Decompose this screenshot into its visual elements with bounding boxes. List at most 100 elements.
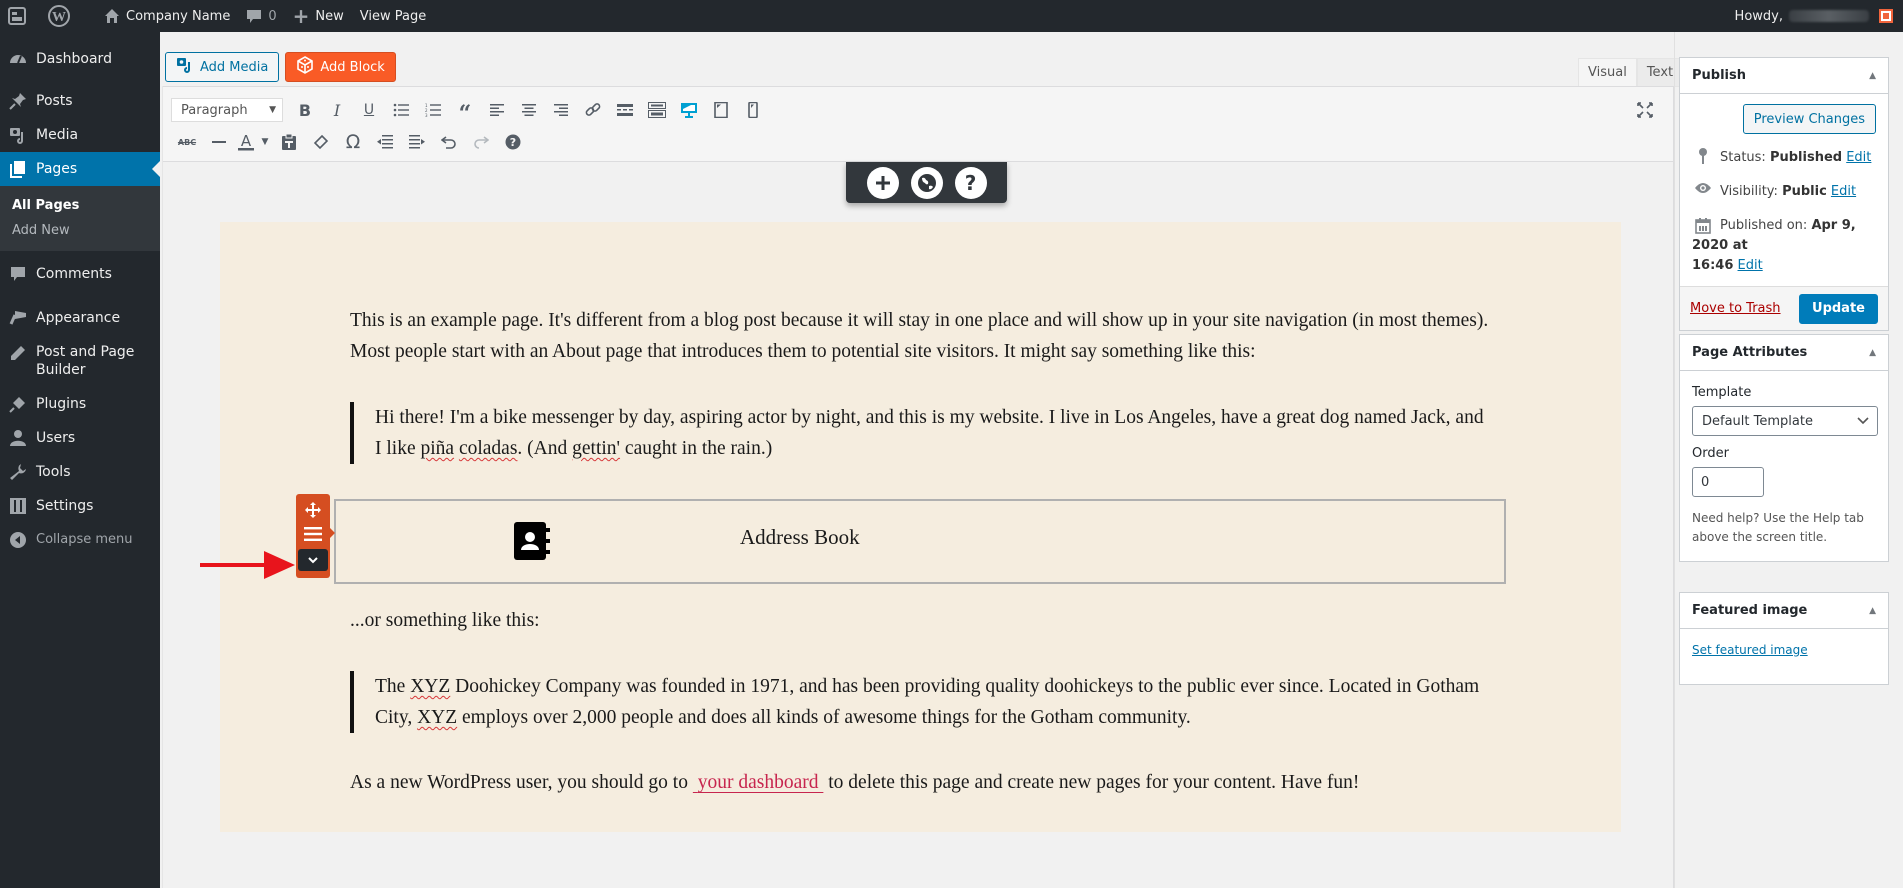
add-block-button[interactable]: Add Block	[285, 52, 396, 82]
tab-visual[interactable]: Visual	[1578, 58, 1637, 87]
help-text: Need help? Use the Help tab above the sc…	[1692, 511, 1864, 544]
comment-icon	[0, 265, 36, 283]
help-button[interactable]: ?	[954, 166, 987, 199]
special-character-icon[interactable]: Ω	[337, 129, 369, 155]
sidebar-item-appearance[interactable]: Appearance	[0, 301, 160, 335]
template-select[interactable]: Default Template	[1692, 406, 1878, 436]
sidebar-item-tools[interactable]: Tools	[0, 455, 160, 489]
bullet-list-icon[interactable]	[385, 97, 417, 123]
sidebar-item-pages[interactable]: Pages	[0, 152, 160, 186]
redacted-username	[1789, 10, 1869, 22]
redo-icon[interactable]	[465, 129, 497, 155]
address-book-block[interactable]: Address Book	[334, 499, 1506, 584]
edit-visibility-link[interactable]: Edit	[1831, 184, 1856, 199]
global-settings-button[interactable]	[910, 166, 943, 199]
mobile-view-icon[interactable]	[737, 97, 769, 123]
submenu-add-new[interactable]: Add New	[0, 218, 160, 243]
sidebar-item-post-and-page-builder[interactable]: Post and Page Builder	[0, 335, 160, 387]
publish-box-header[interactable]: Publish ▲	[1680, 58, 1888, 94]
format-select[interactable]: Paragraph ▼	[171, 98, 283, 122]
visibility-row: Visibility: Public Edit	[1692, 182, 1876, 202]
align-right-icon[interactable]	[545, 97, 577, 123]
account-menu[interactable]: Howdy,	[1727, 0, 1903, 32]
wordpress-logo-button[interactable]: W	[40, 0, 84, 32]
sidebar-item-posts[interactable]: Posts	[0, 84, 160, 118]
clear-formatting-icon[interactable]	[305, 129, 337, 155]
paragraph-or-something[interactable]: ...or something like this:	[350, 605, 1490, 636]
collapse-arrow-icon: ▲	[1869, 70, 1876, 81]
text-color-caret-icon[interactable]: ▼	[257, 129, 273, 155]
paragraph-intro[interactable]: This is an example page. It's different …	[350, 305, 1490, 367]
fullscreen-icon[interactable]	[1629, 97, 1661, 123]
italic-icon[interactable]: I	[321, 97, 353, 123]
edit-date-link[interactable]: Edit	[1738, 258, 1763, 273]
sidebar-item-plugins[interactable]: Plugins	[0, 387, 160, 421]
add-media-button[interactable]: Add Media	[165, 52, 280, 82]
add-row-button[interactable]	[866, 166, 899, 199]
comments-link[interactable]: 0	[238, 0, 284, 32]
numbered-list-icon[interactable]: 123	[417, 97, 449, 123]
link-icon[interactable]	[577, 97, 609, 123]
edit-status-link[interactable]: Edit	[1846, 150, 1871, 165]
blockquote-doohickey[interactable]: The XYZ Doohickey Company was founded in…	[350, 671, 1490, 733]
sidebar-item-settings[interactable]: Settings	[0, 489, 160, 523]
page-attributes-header[interactable]: Page Attributes ▲	[1680, 335, 1888, 371]
site-name-link[interactable]: Company Name	[96, 0, 238, 32]
strikethrough-icon[interactable]: ABC	[171, 129, 203, 155]
featured-image-header[interactable]: Featured image ▲	[1680, 593, 1888, 629]
toolbar-toggle-icon[interactable]	[641, 97, 673, 123]
column-divider	[1674, 32, 1675, 888]
indent-icon[interactable]	[401, 129, 433, 155]
set-featured-image-link[interactable]: Set featured image	[1692, 643, 1808, 657]
sidebar-item-comments[interactable]: Comments	[0, 257, 160, 291]
tablet-view-icon[interactable]	[705, 97, 737, 123]
row-expand-button[interactable]	[298, 549, 328, 571]
published-on-row: Published on: Apr 9, 2020 at 16:46 Edit	[1692, 216, 1876, 276]
outdent-icon[interactable]	[369, 129, 401, 155]
svg-text:?: ?	[510, 136, 516, 149]
update-button[interactable]: Update	[1799, 293, 1878, 324]
row-menu-button[interactable]	[298, 522, 328, 546]
pencil-icon	[0, 344, 36, 362]
order-input[interactable]: 0	[1692, 467, 1764, 497]
help-icon[interactable]: ?	[497, 129, 529, 155]
add-media-label: Add Media	[200, 59, 269, 75]
horizontal-line-icon[interactable]	[203, 129, 235, 155]
align-left-icon[interactable]	[481, 97, 513, 123]
undo-icon[interactable]	[433, 129, 465, 155]
new-content-link[interactable]: + New	[285, 0, 352, 32]
paragraph-text: to delete this page and create new pages…	[823, 772, 1360, 793]
sidebar-item-dashboard[interactable]: Dashboard	[0, 42, 160, 76]
preview-changes-button[interactable]: Preview Changes	[1742, 104, 1876, 134]
move-to-trash-link[interactable]: Move to Trash	[1690, 301, 1781, 316]
underline-icon[interactable]: U	[353, 97, 385, 123]
sidebar-item-users[interactable]: Users	[0, 421, 160, 455]
bold-icon[interactable]: B	[289, 97, 321, 123]
desktop-view-icon[interactable]	[673, 97, 705, 123]
caret-down-icon: ▼	[269, 105, 276, 115]
text-color-icon[interactable]: A	[235, 129, 257, 155]
page-attributes-body: Template Default Template Order 0 Need h…	[1680, 371, 1888, 561]
toolbar-row-2: ABC A ▼ Ω ?	[171, 129, 529, 155]
collapse-menu-button[interactable]: Collapse menu	[0, 523, 160, 557]
media-icon	[0, 126, 36, 144]
read-more-icon[interactable]	[609, 97, 641, 123]
collapse-icon	[0, 531, 36, 549]
paragraph-dashboard[interactable]: As a new WordPress user, you should go t…	[350, 767, 1490, 798]
builder-logo-button[interactable]	[0, 0, 40, 32]
align-center-icon[interactable]	[513, 97, 545, 123]
eye-icon	[1692, 182, 1714, 194]
dashboard-link[interactable]: your dashboard	[693, 772, 824, 793]
sidebar-item-media[interactable]: Media	[0, 118, 160, 152]
dashboard-link-label: your dashboard	[697, 772, 819, 793]
sidebar-item-label: Collapse menu	[36, 532, 133, 547]
featured-image-box: Featured image ▲ Set featured image	[1679, 592, 1889, 685]
submenu-all-pages[interactable]: All Pages	[0, 193, 160, 218]
blockquote-icon[interactable]: “	[449, 97, 481, 127]
move-row-button[interactable]	[298, 498, 328, 522]
blockquote-bike-messenger[interactable]: Hi there! I'm a bike messenger by day, a…	[350, 402, 1490, 464]
tab-text[interactable]: Text	[1636, 58, 1684, 87]
visibility-value: Public	[1782, 184, 1827, 199]
view-page-link[interactable]: View Page	[352, 0, 434, 32]
paste-text-icon[interactable]	[273, 129, 305, 155]
